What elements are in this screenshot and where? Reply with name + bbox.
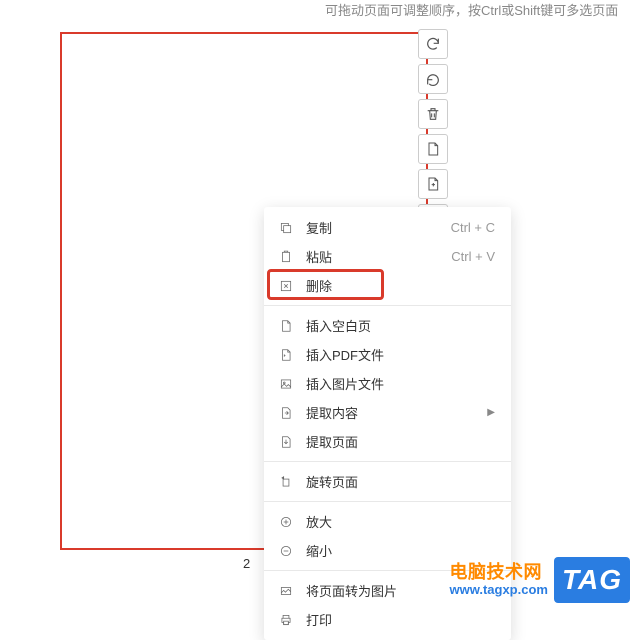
menu-label: 删除 <box>306 276 495 295</box>
insert-after-button[interactable] <box>418 169 448 199</box>
copy-icon <box>278 220 294 236</box>
print-icon <box>278 612 294 628</box>
menu-label: 放大 <box>306 512 495 531</box>
menu-label: 打印 <box>306 610 495 629</box>
trash-icon <box>425 106 441 122</box>
menu-zoom-in[interactable]: 放大 <box>264 507 511 536</box>
menu-extract-content[interactable]: 提取内容 ▶ <box>264 398 511 427</box>
page-icon <box>425 141 441 157</box>
menu-label: 提取页面 <box>306 432 495 451</box>
menu-separator <box>264 501 511 502</box>
chevron-right-icon: ▶ <box>487 407 495 418</box>
rotate-right-icon <box>425 36 441 52</box>
menu-copy[interactable]: 复制 Ctrl + C <box>264 213 511 242</box>
menu-separator <box>264 461 511 462</box>
menu-label: 插入PDF文件 <box>306 345 495 364</box>
convert-image-icon <box>278 583 294 599</box>
rotate-icon <box>278 474 294 490</box>
undo-button[interactable] <box>418 64 448 94</box>
menu-delete[interactable]: 删除 <box>264 271 511 300</box>
side-toolbar <box>418 29 448 219</box>
zoom-in-icon <box>278 514 294 530</box>
blank-page-icon <box>278 318 294 334</box>
menu-label: 插入图片文件 <box>306 374 495 393</box>
menu-print[interactable]: 打印 <box>264 605 511 634</box>
menu-label: 复制 <box>306 218 451 237</box>
watermark-title: 电脑技术网 <box>449 563 547 583</box>
delete-x-icon <box>278 278 294 294</box>
watermark-url: www.tagxp.com <box>449 583 547 597</box>
pdf-file-icon <box>278 347 294 363</box>
watermark-badge: TAG <box>554 557 630 603</box>
extract-content-icon <box>278 405 294 421</box>
menu-insert-image[interactable]: 插入图片文件 <box>264 369 511 398</box>
page-number: 2 <box>243 556 250 571</box>
watermark: 电脑技术网 www.tagxp.com TAG <box>449 557 630 603</box>
page-plus-icon <box>425 176 441 192</box>
menu-rotate-page[interactable]: 旋转页面 <box>264 467 511 496</box>
paste-icon <box>278 249 294 265</box>
menu-shortcut: Ctrl + C <box>451 220 495 235</box>
delete-button[interactable] <box>418 99 448 129</box>
menu-paste[interactable]: 粘贴 Ctrl + V <box>264 242 511 271</box>
undo-icon <box>425 71 441 87</box>
insert-page-button[interactable] <box>418 134 448 164</box>
menu-insert-blank[interactable]: 插入空白页 <box>264 311 511 340</box>
rotate-right-button[interactable] <box>418 29 448 59</box>
zoom-out-icon <box>278 543 294 559</box>
menu-label: 旋转页面 <box>306 472 495 491</box>
menu-separator <box>264 305 511 306</box>
hint-text: 可拖动页面可调整顺序，按Ctrl或Shift键可多选页面 <box>325 0 618 19</box>
menu-extract-page[interactable]: 提取页面 <box>264 427 511 456</box>
menu-label: 提取内容 <box>306 403 481 422</box>
menu-label: 粘贴 <box>306 247 451 266</box>
image-file-icon <box>278 376 294 392</box>
menu-insert-pdf[interactable]: 插入PDF文件 <box>264 340 511 369</box>
menu-label: 插入空白页 <box>306 316 495 335</box>
menu-shortcut: Ctrl + V <box>451 249 495 264</box>
extract-page-icon <box>278 434 294 450</box>
